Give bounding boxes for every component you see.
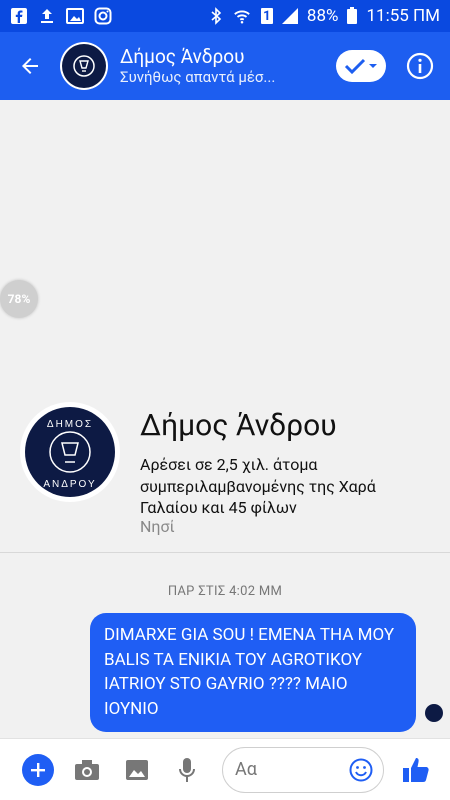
zoom-badge[interactable]: 78% <box>0 280 38 318</box>
info-button[interactable] <box>404 50 436 82</box>
back-button[interactable] <box>0 32 60 100</box>
facebook-icon <box>10 7 28 25</box>
profile-description: Αρέσει σε 2,5 χιλ. άτομα συμπεριλαμβανομ… <box>140 455 376 518</box>
composer-bar: Αα <box>0 738 450 800</box>
profile-avatar[interactable]: ΔΗΜΟΣ ΑΝΔΡΟΥ <box>20 402 120 502</box>
conversation-header: Δήμος Άνδρου Συνήθως απαντά μέσ... <box>0 32 450 100</box>
like-button[interactable] <box>400 754 432 786</box>
profile-type: Νησί <box>140 517 175 536</box>
dimos-logo-icon <box>62 44 106 88</box>
bluetooth-icon <box>207 7 225 25</box>
logo-text-top: ΔΗΜΟΣ <box>47 419 93 430</box>
gallery-button[interactable] <box>122 755 152 785</box>
microphone-icon <box>179 757 195 782</box>
dimos-logo-large-icon: ΔΗΜΟΣ ΑΝΔΡΟΥ <box>25 407 115 497</box>
info-icon <box>406 52 434 80</box>
add-button[interactable] <box>22 753 54 786</box>
battery-icon <box>346 7 358 25</box>
status-bar: 1 88% 11:55 ΠΜ <box>0 0 450 32</box>
emoji-icon[interactable] <box>349 758 373 782</box>
status-right: 1 88% 11:55 ΠΜ <box>207 6 440 26</box>
action-dropdown-button[interactable] <box>336 50 386 82</box>
header-avatar[interactable] <box>60 42 108 90</box>
sim-label: 1 <box>263 8 271 24</box>
section-divider <box>0 552 450 553</box>
status-left <box>10 7 112 25</box>
seen-avatar-icon <box>425 704 443 722</box>
header-title: Δήμος Άνδρου <box>120 44 245 68</box>
checkmark-icon <box>344 58 366 75</box>
signal-icon <box>281 7 299 25</box>
camera-icon <box>75 759 99 780</box>
clock: 11:55 ΠΜ <box>366 6 440 26</box>
gallery-icon <box>126 759 148 780</box>
caret-down-icon <box>369 64 377 68</box>
message-input[interactable]: Αα <box>222 746 384 793</box>
upload-icon <box>38 7 56 25</box>
plus-icon <box>31 762 45 777</box>
header-subtitle: Συνήθως απαντά μέσ... <box>120 68 276 87</box>
thumbs-up-icon <box>403 757 429 782</box>
instagram-icon <box>94 7 112 25</box>
header-title-group[interactable]: Δήμος Άνδρου Συνήθως απαντά μέσ... <box>120 44 276 87</box>
camera-button[interactable] <box>72 755 102 785</box>
microphone-button[interactable] <box>172 755 202 785</box>
image-icon <box>66 7 84 25</box>
conversation-area[interactable]: 78% ΔΗΜΟΣ ΑΝΔΡΟΥ Δήμος Άνδρου Αρέσει σε … <box>0 100 450 738</box>
wifi-icon <box>233 7 251 25</box>
message-input-placeholder: Αα <box>235 759 257 780</box>
message-timestamp: ΠΑΡ ΣΤΙΣ 4:02 ΜΜ <box>167 584 283 599</box>
battery-percent: 88% <box>306 6 339 26</box>
profile-name: Δήμος Άνδρου <box>140 408 337 443</box>
logo-text-bottom: ΑΝΔΡΟΥ <box>43 479 96 490</box>
back-arrow-icon <box>22 58 38 74</box>
sent-message-bubble[interactable]: DIMARXE GIA SOU ! EMENA ΤΗΑ ΜΟΥ BALIS TA… <box>90 613 416 732</box>
